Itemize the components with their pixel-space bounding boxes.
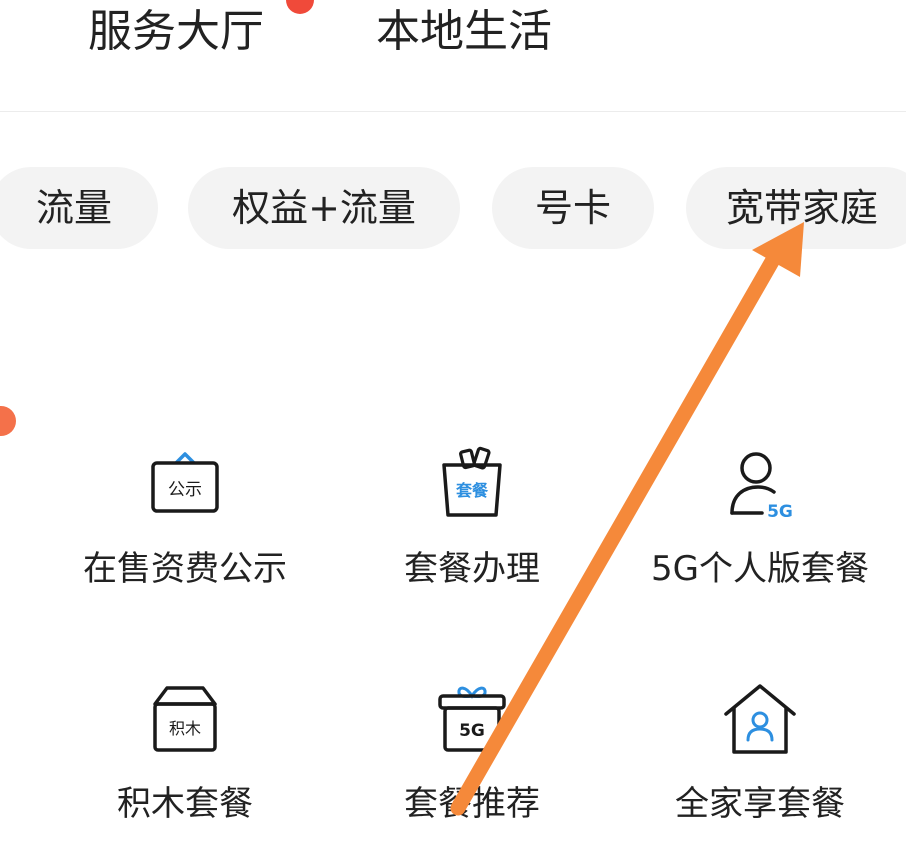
notice-board-icon: 公示	[151, 452, 219, 513]
service-label: 在售资费公示	[83, 549, 287, 589]
category-pill-sim-card[interactable]: 号卡	[492, 167, 654, 249]
service-package-handling[interactable]: 套餐 套餐办理	[322, 445, 622, 605]
svg-text:套餐: 套餐	[455, 481, 489, 500]
service-building-block-package[interactable]: 积木 积木套餐	[35, 680, 335, 840]
category-pill-data[interactable]: 流量	[0, 167, 158, 249]
service-label: 套餐推荐	[404, 784, 540, 824]
tab-local-life[interactable]: 本地生活	[376, 4, 552, 60]
service-family-package[interactable]: 全家享套餐	[610, 680, 906, 840]
service-label: 积木套餐	[117, 784, 253, 824]
top-tab-bar: 服务大厅 本地生活	[0, 0, 906, 112]
tab-service-hall[interactable]: 服务大厅	[88, 4, 264, 60]
service-label: 5G个人版套餐	[651, 549, 869, 589]
service-5g-personal-package[interactable]: 5G 5G个人版套餐	[610, 445, 906, 605]
svg-text:5G: 5G	[459, 721, 485, 741]
gift-5g-icon: 5G	[438, 686, 506, 752]
home-person-icon	[724, 684, 796, 754]
service-tariff-notice[interactable]: 公示 在售资费公示	[35, 445, 335, 605]
floating-bubble[interactable]	[0, 406, 16, 436]
service-label: 套餐办理	[404, 549, 540, 589]
category-pill-benefits-data[interactable]: 权益+流量	[188, 167, 460, 249]
service-label: 全家享套餐	[675, 784, 845, 824]
shopping-bag-icon: 套餐	[442, 446, 502, 517]
person-5g-icon: 5G	[730, 452, 793, 522]
svg-text:5G: 5G	[767, 502, 793, 522]
svg-text:公示: 公示	[168, 480, 202, 500]
box-icon: 积木	[153, 686, 217, 752]
category-pill-broadband-home[interactable]: 宽带家庭	[686, 167, 906, 249]
notification-dot	[286, 0, 314, 14]
service-package-recommendation[interactable]: 5G 套餐推荐	[322, 680, 622, 840]
svg-text:积木: 积木	[169, 719, 201, 738]
